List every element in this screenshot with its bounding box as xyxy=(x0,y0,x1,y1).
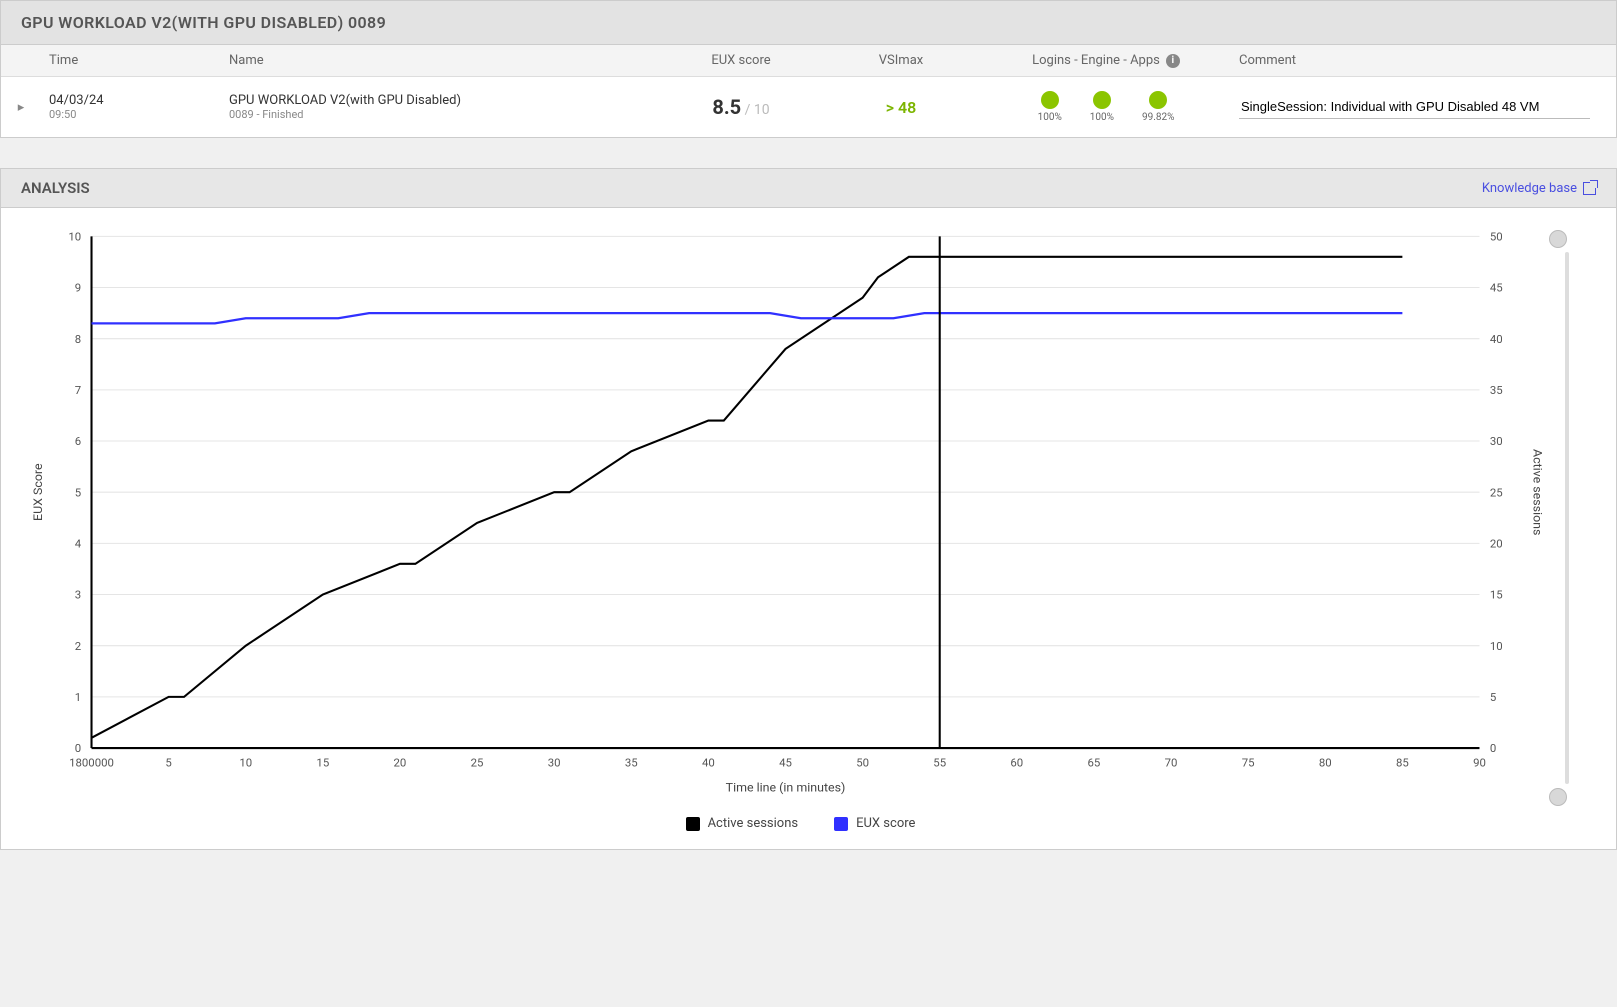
svg-text:90: 90 xyxy=(1473,756,1486,770)
svg-text:3: 3 xyxy=(75,588,81,602)
svg-text:55: 55 xyxy=(933,756,946,770)
svg-text:5: 5 xyxy=(165,756,171,770)
svg-text:10: 10 xyxy=(239,756,252,770)
svg-text:6: 6 xyxy=(75,434,81,448)
table-row: ▸ 04/03/24 09:50 GPU WORKLOAD V2(with GP… xyxy=(1,77,1616,137)
svg-text:2: 2 xyxy=(75,639,81,653)
svg-text:80: 80 xyxy=(1319,756,1332,770)
svg-text:45: 45 xyxy=(779,756,792,770)
analysis-chart: 0123456789100510152025303540455018000005… xyxy=(0,208,1617,850)
svg-text:Active sessions: Active sessions xyxy=(1529,449,1544,535)
slider-track[interactable] xyxy=(1565,252,1569,784)
svg-text:35: 35 xyxy=(1490,383,1503,397)
svg-text:0: 0 xyxy=(1490,741,1496,755)
svg-text:7: 7 xyxy=(75,383,81,397)
info-icon[interactable]: i xyxy=(1166,54,1180,68)
status-dots: 100% 100% 99.82% xyxy=(981,87,1231,127)
svg-text:30: 30 xyxy=(1490,434,1503,448)
svg-text:30: 30 xyxy=(548,756,561,770)
status-logins: 100% xyxy=(1038,91,1062,123)
slider-handle-bottom[interactable] xyxy=(1549,788,1567,806)
svg-text:9: 9 xyxy=(75,281,81,295)
square-icon xyxy=(834,817,848,831)
col-logins: Logins - Engine - Apps i xyxy=(981,49,1231,72)
run-time: 09:50 xyxy=(49,108,213,121)
chart-canvas[interactable]: 0123456789100510152025303540455018000005… xyxy=(19,226,1552,806)
legend-eux-score[interactable]: EUX score xyxy=(834,816,915,831)
status-apps: 99.82% xyxy=(1142,91,1174,123)
svg-text:15: 15 xyxy=(1490,588,1503,602)
slider-handle-top[interactable] xyxy=(1549,230,1567,248)
svg-text:4: 4 xyxy=(75,537,82,551)
chevron-right-icon: ▸ xyxy=(18,100,25,115)
legend-active-sessions[interactable]: Active sessions xyxy=(686,816,799,831)
analysis-title: ANALYSIS xyxy=(21,179,90,197)
svg-text:10: 10 xyxy=(68,230,81,244)
svg-text:1: 1 xyxy=(75,690,81,704)
svg-text:15: 15 xyxy=(316,756,329,770)
svg-text:35: 35 xyxy=(625,756,638,770)
chart-legend: Active sessions EUX score xyxy=(19,816,1582,831)
range-slider[interactable] xyxy=(1552,226,1582,806)
svg-text:65: 65 xyxy=(1088,756,1101,770)
knowledge-base-link[interactable]: Knowledge base xyxy=(1482,181,1596,196)
svg-text:8: 8 xyxy=(75,332,81,346)
svg-text:45: 45 xyxy=(1490,281,1503,295)
status-engine: 100% xyxy=(1090,91,1114,123)
svg-text:40: 40 xyxy=(1490,332,1503,346)
col-time: Time xyxy=(41,49,221,72)
status-dot-icon xyxy=(1041,91,1059,109)
svg-text:40: 40 xyxy=(702,756,715,770)
run-name: GPU WORKLOAD V2(with GPU Disabled) xyxy=(229,93,653,108)
run-table: Time Name EUX score VSImax Logins - Engi… xyxy=(0,45,1617,138)
run-name-sub: 0089 - Finished xyxy=(229,108,653,121)
col-name: Name xyxy=(221,49,661,72)
comment-input[interactable] xyxy=(1239,95,1590,119)
svg-text:25: 25 xyxy=(471,756,484,770)
status-dot-icon xyxy=(1093,91,1111,109)
col-eux: EUX score xyxy=(661,49,821,72)
col-comment: Comment xyxy=(1231,49,1616,72)
svg-text:70: 70 xyxy=(1165,756,1178,770)
svg-text:85: 85 xyxy=(1396,756,1409,770)
svg-text:20: 20 xyxy=(394,756,407,770)
svg-text:EUX Score: EUX Score xyxy=(31,463,46,521)
col-vsimax: VSImax xyxy=(821,49,981,72)
svg-text:25: 25 xyxy=(1490,485,1503,499)
run-date: 04/03/24 xyxy=(49,93,213,108)
eux-score: 8.5 / 10 xyxy=(661,91,821,123)
svg-text:60: 60 xyxy=(1010,756,1023,770)
svg-text:5: 5 xyxy=(1490,690,1496,704)
table-header: Time Name EUX score VSImax Logins - Engi… xyxy=(1,45,1616,77)
svg-text:20: 20 xyxy=(1490,537,1503,551)
svg-text:1800000: 1800000 xyxy=(69,756,114,770)
svg-text:75: 75 xyxy=(1242,756,1255,770)
svg-text:0: 0 xyxy=(75,741,81,755)
page-title: GPU WORKLOAD V2(WITH GPU DISABLED) 0089 xyxy=(0,0,1617,45)
status-dot-icon xyxy=(1149,91,1167,109)
square-icon xyxy=(686,817,700,831)
svg-text:10: 10 xyxy=(1490,639,1503,653)
svg-text:50: 50 xyxy=(1490,230,1503,244)
vsimax-value: > 48 xyxy=(821,94,981,121)
svg-text:50: 50 xyxy=(856,756,869,770)
expand-row-button[interactable]: ▸ xyxy=(1,96,41,119)
svg-text:Time line (in minutes): Time line (in minutes) xyxy=(726,781,846,796)
svg-text:5: 5 xyxy=(75,485,81,499)
external-link-icon xyxy=(1583,182,1596,195)
